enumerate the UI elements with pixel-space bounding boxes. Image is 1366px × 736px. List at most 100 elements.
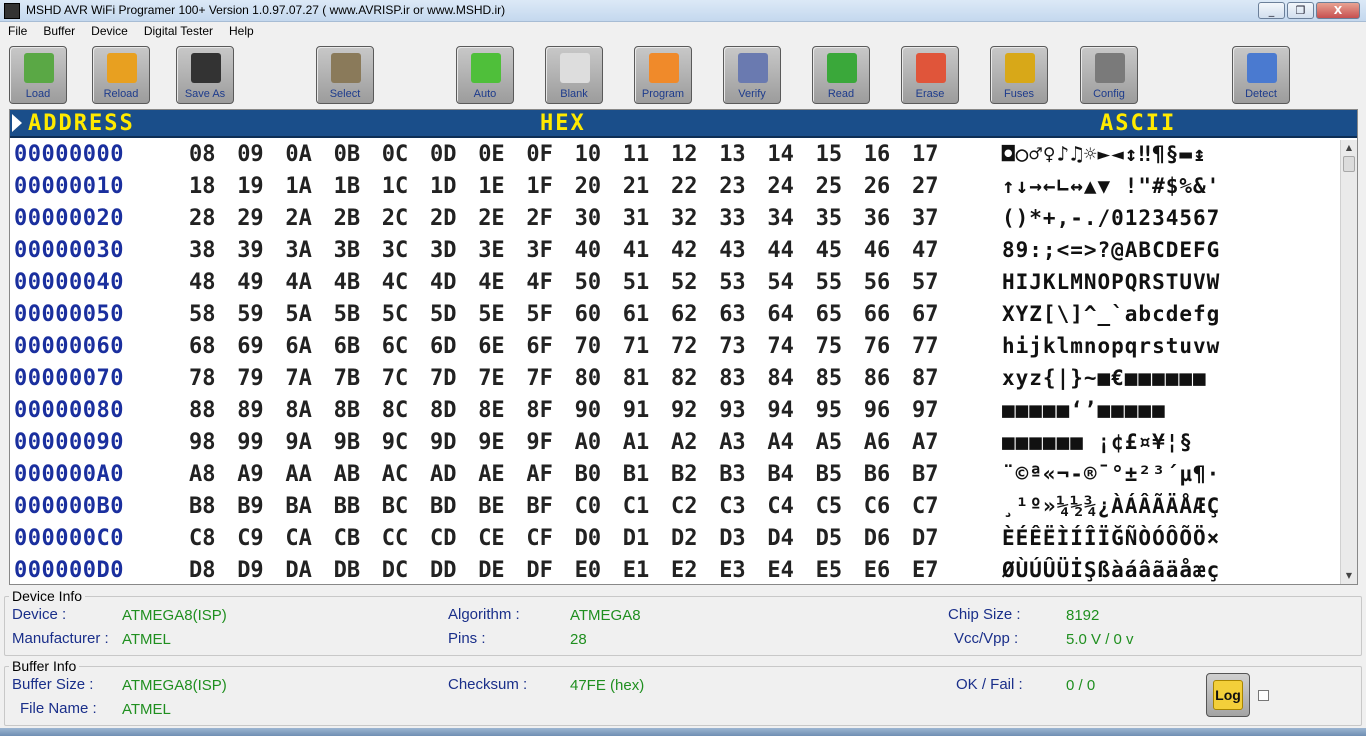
row-ascii[interactable]: ■■■■■■ ¡¢£¤¥¦§	[1002, 430, 1193, 454]
row-ascii[interactable]: ØÙÚÛÜİŞßàáâãäåæç	[1002, 558, 1220, 582]
hex-byte[interactable]: BB	[334, 494, 361, 519]
hex-byte[interactable]: AF	[526, 462, 553, 487]
hex-byte[interactable]: 47	[912, 238, 939, 263]
hex-row[interactable]: 00000060 68 69 6A 6B 6C 6D 6E 6F 70 71 72 73 74 75 76 77…	[10, 332, 1340, 364]
row-ascii[interactable]: xyz{|}~■€■■■■■■	[1002, 366, 1207, 390]
hex-byte[interactable]: 5C	[382, 302, 409, 327]
hex-byte[interactable]: 0B	[334, 142, 361, 167]
hex-byte[interactable]: 6D	[430, 334, 457, 359]
hex-byte[interactable]: 9C	[382, 430, 409, 455]
hex-byte[interactable]: B1	[623, 462, 650, 487]
hex-byte[interactable]: 65	[816, 302, 843, 327]
hex-byte[interactable]: 20	[575, 174, 602, 199]
auto-button[interactable]: Auto	[456, 46, 514, 104]
hex-byte[interactable]: 0E	[478, 142, 505, 167]
hex-byte[interactable]: BD	[430, 494, 457, 519]
row-ascii[interactable]: HIJKLMNOPQRSTUVW	[1002, 270, 1220, 294]
hex-byte[interactable]: 5F	[526, 302, 553, 327]
hex-byte[interactable]: A1	[623, 430, 650, 455]
hex-byte[interactable]: 22	[671, 174, 698, 199]
hex-byte[interactable]: 8B	[334, 398, 361, 423]
hex-byte[interactable]: BF	[526, 494, 553, 519]
hex-byte[interactable]: 4D	[430, 270, 457, 295]
hex-byte[interactable]: 5D	[430, 302, 457, 327]
row-ascii[interactable]: ◘○♂♀♪♫☼►◄↕‼¶§▬↨	[1002, 142, 1207, 166]
erase-button[interactable]: Erase	[901, 46, 959, 104]
hex-byte[interactable]: 30	[575, 206, 602, 231]
hex-rows[interactable]: 00000000 08 09 0A 0B 0C 0D 0E 0F 10 11 12 13 14 15 16 17…	[10, 140, 1340, 586]
hex-byte[interactable]: 66	[864, 302, 891, 327]
hex-byte[interactable]: 6B	[334, 334, 361, 359]
hex-byte[interactable]: 4A	[285, 270, 312, 295]
hex-byte[interactable]: 7B	[334, 366, 361, 391]
hex-byte[interactable]: 36	[864, 206, 891, 231]
hex-byte[interactable]: 13	[719, 142, 746, 167]
hex-byte[interactable]: 2E	[478, 206, 505, 231]
hex-byte[interactable]: 3D	[430, 238, 457, 263]
hex-byte[interactable]: 25	[816, 174, 843, 199]
hex-byte[interactable]: 80	[575, 366, 602, 391]
hex-byte[interactable]: D7	[912, 526, 939, 551]
verify-button[interactable]: Verify	[723, 46, 781, 104]
hex-byte[interactable]: 2C	[382, 206, 409, 231]
row-ascii[interactable]: XYZ[\]^_`abcdefg	[1002, 302, 1220, 326]
hex-row[interactable]: 000000D0 D8 D9 DA DB DC DD DE DF E0 E1 E2 E3 E4 E5 E6 E7…	[10, 556, 1340, 586]
hex-row[interactable]: 000000B0 B8 B9 BA BB BC BD BE BF C0 C1 C2 C3 C4 C5 C6 C7…	[10, 492, 1340, 524]
hex-byte[interactable]: 5B	[334, 302, 361, 327]
hex-byte[interactable]: AE	[478, 462, 505, 487]
hex-byte[interactable]: B9	[237, 494, 264, 519]
hex-byte[interactable]: C7	[912, 494, 939, 519]
hex-byte[interactable]: C9	[237, 526, 264, 551]
row-ascii[interactable]: ¸¹º»¼½¾¿ÀÁÂÃÄÅÆÇ	[1002, 494, 1220, 518]
hex-byte[interactable]: 16	[864, 142, 891, 167]
hex-byte[interactable]: 41	[623, 238, 650, 263]
hex-byte[interactable]: 99	[237, 430, 264, 455]
hex-byte[interactable]: B2	[671, 462, 698, 487]
hex-byte[interactable]: 38	[189, 238, 216, 263]
close-button[interactable]: X	[1316, 2, 1360, 19]
hex-byte[interactable]: C4	[767, 494, 794, 519]
hex-byte[interactable]: 97	[912, 398, 939, 423]
hex-byte[interactable]: A0	[575, 430, 602, 455]
hex-byte[interactable]: AA	[285, 462, 312, 487]
hex-byte[interactable]: 6A	[285, 334, 312, 359]
hex-byte[interactable]: D9	[237, 558, 264, 583]
hex-byte[interactable]: A7	[912, 430, 939, 455]
log-button[interactable]: Log	[1206, 673, 1250, 717]
menu-device[interactable]: Device	[83, 22, 136, 42]
hex-byte[interactable]: 45	[816, 238, 843, 263]
read-button[interactable]: Read	[812, 46, 870, 104]
hex-byte[interactable]: 91	[623, 398, 650, 423]
hex-byte[interactable]: A6	[864, 430, 891, 455]
hex-byte[interactable]: E2	[671, 558, 698, 583]
hex-byte[interactable]: 95	[816, 398, 843, 423]
hex-byte[interactable]: 90	[575, 398, 602, 423]
hex-byte[interactable]: C6	[864, 494, 891, 519]
hex-byte[interactable]: 9D	[430, 430, 457, 455]
scroll-down-icon[interactable]: ▼	[1341, 568, 1357, 584]
hex-byte[interactable]: 37	[912, 206, 939, 231]
hex-byte[interactable]: 7E	[478, 366, 505, 391]
hex-byte[interactable]: 21	[623, 174, 650, 199]
hex-byte[interactable]: 33	[719, 206, 746, 231]
hex-byte[interactable]: 4F	[526, 270, 553, 295]
hex-byte[interactable]: 3A	[285, 238, 312, 263]
hex-byte[interactable]: 81	[623, 366, 650, 391]
hex-byte[interactable]: 6E	[478, 334, 505, 359]
hex-byte[interactable]: 8D	[430, 398, 457, 423]
hex-byte[interactable]: 9E	[478, 430, 505, 455]
hex-byte[interactable]: 49	[237, 270, 264, 295]
minimize-button[interactable]: _	[1258, 2, 1285, 19]
hex-byte[interactable]: 4E	[478, 270, 505, 295]
hex-byte[interactable]: 48	[189, 270, 216, 295]
hex-byte[interactable]: 15	[816, 142, 843, 167]
menu-digital-tester[interactable]: Digital Tester	[136, 22, 221, 42]
config-button[interactable]: Config	[1080, 46, 1138, 104]
hex-byte[interactable]: 7D	[430, 366, 457, 391]
hex-byte[interactable]: BA	[285, 494, 312, 519]
hex-byte[interactable]: A5	[816, 430, 843, 455]
row-ascii[interactable]: ÈÉÊËÌÍÎÏĞÑÒÓÔÕÖ×	[1002, 526, 1220, 550]
hex-byte[interactable]: 50	[575, 270, 602, 295]
hex-byte[interactable]: 46	[864, 238, 891, 263]
hex-byte[interactable]: 4B	[334, 270, 361, 295]
